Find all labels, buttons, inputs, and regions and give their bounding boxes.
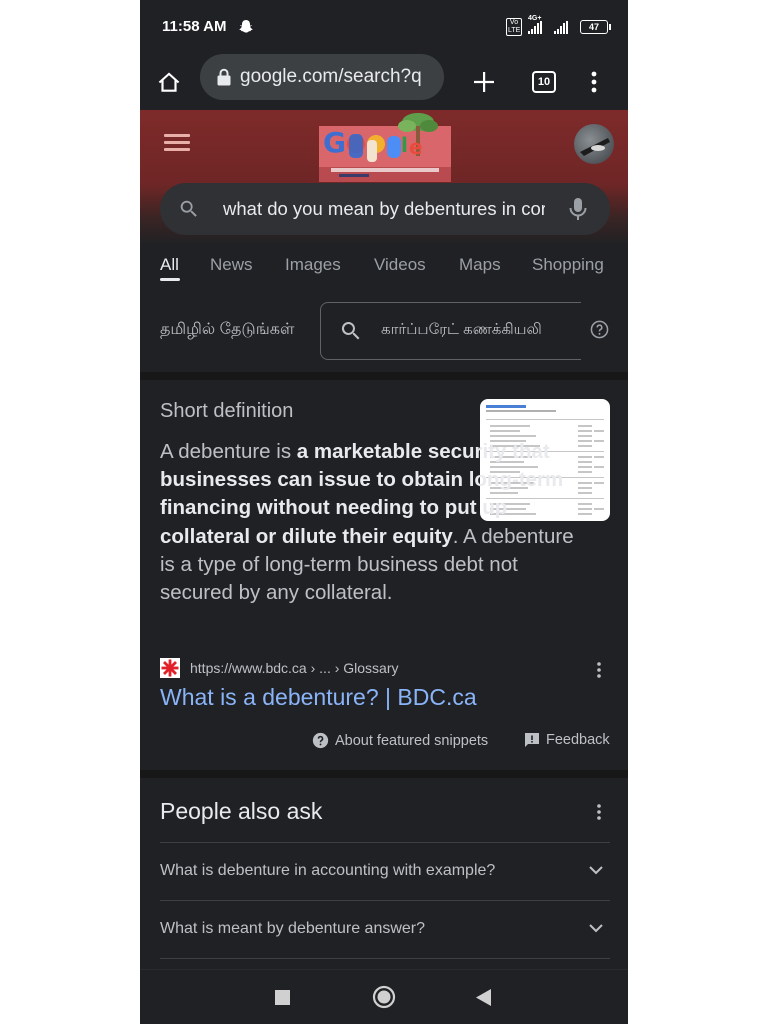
chevron-down-icon xyxy=(589,866,603,875)
feedback-icon xyxy=(525,733,539,747)
snippet-heading: Short definition xyxy=(160,400,294,422)
svg-text:l: l xyxy=(401,133,408,157)
more-vert-icon[interactable] xyxy=(596,802,602,822)
url-text: google.com/search?q xyxy=(240,66,422,87)
phone-screen: 11:58 AM Vo LTE 4G+ 47 google.com/search?… xyxy=(140,0,628,1024)
paa-question-row[interactable]: What is meant by debenture answer? xyxy=(160,900,610,959)
google-doodle[interactable]: G l e xyxy=(319,112,451,182)
overflow-menu-icon xyxy=(591,71,597,93)
lock-icon xyxy=(217,68,231,86)
search-icon xyxy=(180,200,197,217)
avatar-image xyxy=(580,138,610,156)
tab-switcher-icon: 10 xyxy=(532,71,556,93)
section-divider xyxy=(140,770,628,778)
tamil-search-label: தமிழில் தேடுங்கள் xyxy=(160,321,295,338)
paa-question-row[interactable]: What is debenture in accounting with exa… xyxy=(160,842,610,900)
tab-switcher-button[interactable]: 10 xyxy=(524,62,564,102)
search-query-input[interactable]: what do you mean by debentures in corpor… xyxy=(223,198,545,220)
help-circle-icon xyxy=(312,732,329,749)
new-tab-button[interactable] xyxy=(464,62,504,102)
hamburger-menu-icon[interactable] xyxy=(164,134,190,154)
search-box[interactable]: what do you mean by debentures in corpor… xyxy=(160,183,610,235)
mic-icon[interactable] xyxy=(567,196,589,222)
recents-icon[interactable] xyxy=(275,990,290,1005)
snapchat-notification-icon xyxy=(239,20,253,33)
status-indicators: Vo LTE 4G+ 47 xyxy=(506,15,611,36)
paa-question: What is meant by debenture answer? xyxy=(160,920,426,937)
chevron-down-icon xyxy=(589,924,603,933)
help-circle-icon[interactable] xyxy=(590,320,609,339)
search-tabs: All News Images Videos Maps Shopping xyxy=(140,245,628,293)
people-also-ask-title: People also ask xyxy=(160,798,323,824)
google-header: G l e what do you mean by debentures in … xyxy=(140,110,628,245)
network-type: 4G+ xyxy=(528,15,542,34)
tab-images[interactable]: Images xyxy=(285,255,341,275)
svg-text:e: e xyxy=(409,135,423,159)
account-avatar[interactable] xyxy=(574,124,614,164)
android-nav-bar xyxy=(140,969,628,1024)
paa-question: What is debenture in accounting with exa… xyxy=(160,862,496,879)
browser-menu-button[interactable] xyxy=(574,62,614,102)
feedback-button[interactable]: Feedback xyxy=(524,732,610,748)
more-vert-icon[interactable] xyxy=(596,660,602,680)
volte-label: Vo LTE xyxy=(506,18,522,36)
section-divider xyxy=(140,372,628,380)
tab-news[interactable]: News xyxy=(210,255,253,275)
bdc-favicon-icon xyxy=(160,658,180,678)
signal-icon-2 xyxy=(554,20,568,34)
snippet-text: A debenture is a marketable security tha… xyxy=(160,440,574,605)
status-bar: 11:58 AM Vo LTE 4G+ 47 xyxy=(140,0,628,54)
back-icon[interactable] xyxy=(476,989,492,1006)
result-title-link[interactable]: What is a debenture? | BDC.ca xyxy=(160,684,477,711)
tab-videos[interactable]: Videos xyxy=(374,255,426,275)
address-bar[interactable]: google.com/search?q xyxy=(200,54,444,100)
tamil-query-text: கார்ப்பரேட் கணக்கியலி xyxy=(381,321,542,338)
home-button[interactable] xyxy=(149,62,189,102)
home-icon xyxy=(158,72,180,92)
home-circle-icon[interactable] xyxy=(372,985,396,1009)
plus-icon xyxy=(474,72,494,92)
active-tab-indicator xyxy=(160,278,180,281)
tab-shopping[interactable]: Shopping xyxy=(532,255,604,275)
status-time: 11:58 AM xyxy=(162,18,227,35)
result-source[interactable]: https://www.bdc.ca › ... › Glossary xyxy=(160,658,399,678)
search-icon xyxy=(341,322,360,340)
tab-maps[interactable]: Maps xyxy=(459,255,501,275)
svg-text:G: G xyxy=(323,126,346,159)
source-url: https://www.bdc.ca › ... › Glossary xyxy=(190,660,399,676)
tab-all[interactable]: All xyxy=(160,255,179,275)
browser-toolbar: google.com/search?q 10 xyxy=(140,54,628,110)
battery-icon: 47 xyxy=(580,20,611,34)
tamil-search-chip[interactable]: கார்ப்பரேட் கணக்கியலி xyxy=(320,302,581,360)
signal-icon-1 xyxy=(528,20,542,34)
about-featured-snippets[interactable]: About featured snippets xyxy=(312,732,488,749)
